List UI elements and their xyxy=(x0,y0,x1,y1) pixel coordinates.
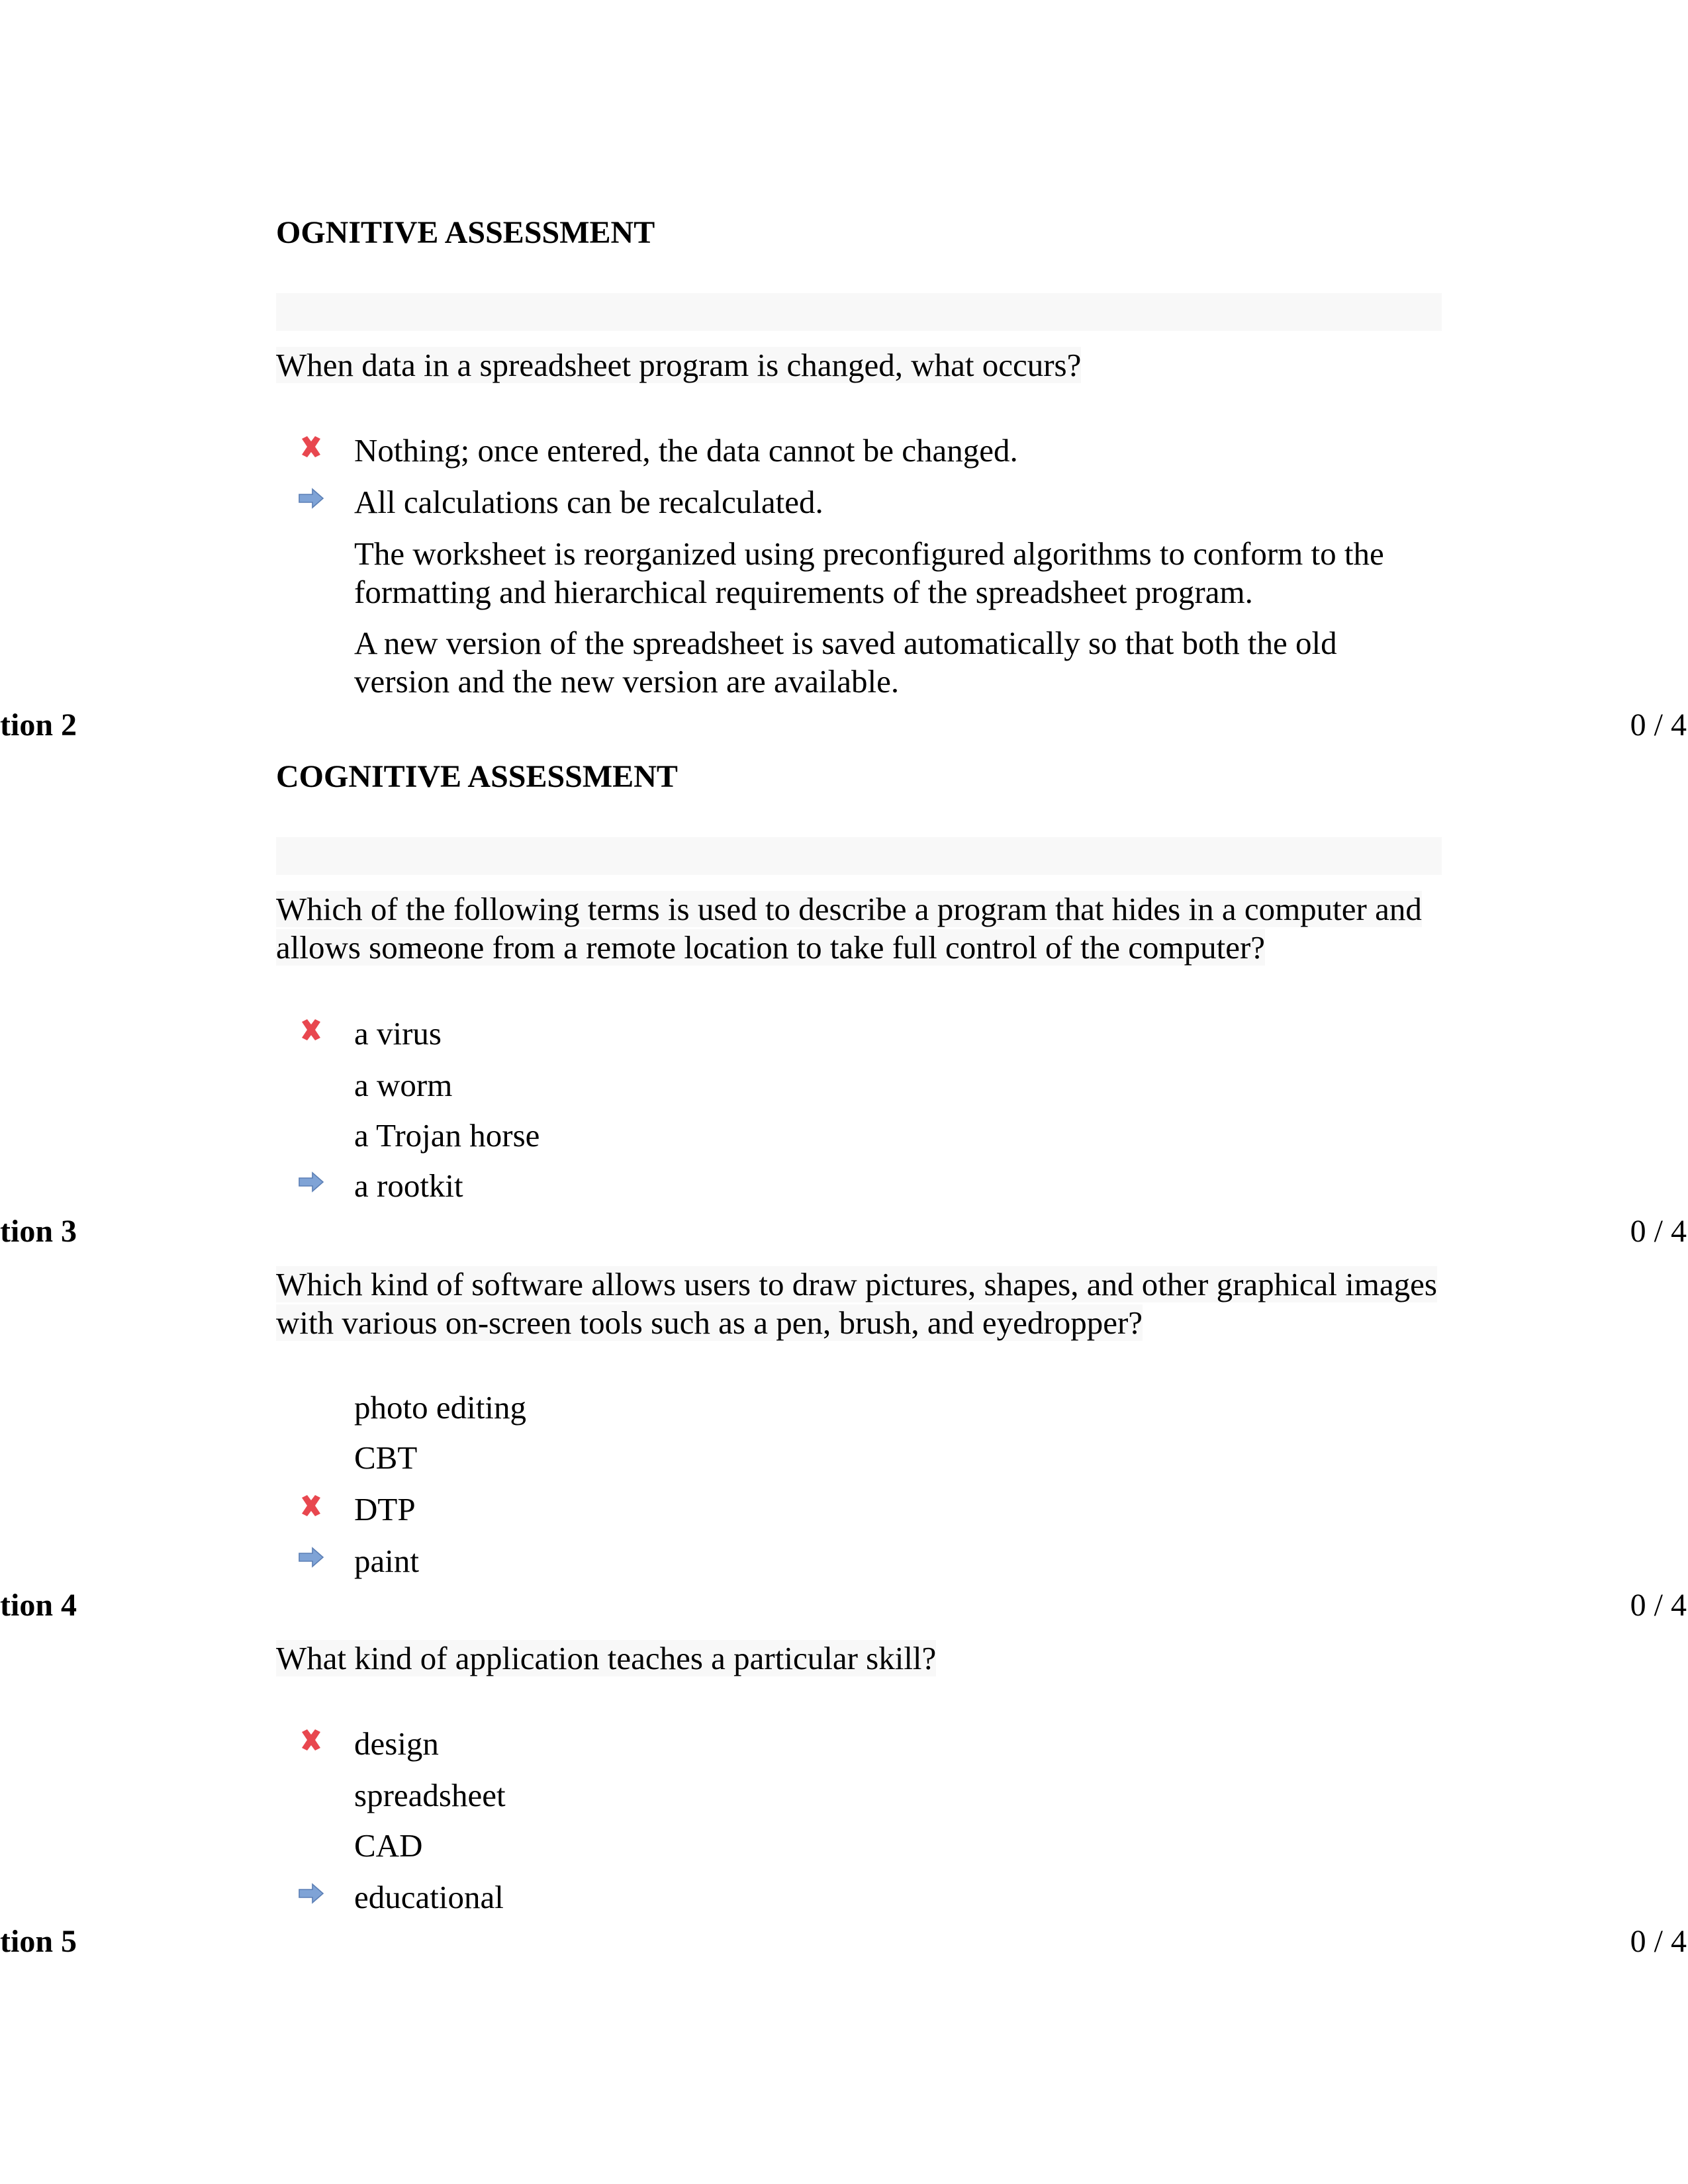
answer-option: DTP xyxy=(354,1491,416,1527)
question-text-content: When data in a spreadsheet program is ch… xyxy=(276,347,1082,383)
correct-answer-arrow-icon xyxy=(299,1171,324,1193)
question-score: 0 / 4 xyxy=(1630,1214,1687,1249)
question-label: tion 3 xyxy=(0,1214,77,1249)
question-text: When data in a spreadsheet program is ch… xyxy=(276,346,1461,385)
answer-option: A new version of the spreadsheet is save… xyxy=(354,625,1337,700)
incorrect-x-icon xyxy=(302,1729,320,1751)
answer-option: CAD xyxy=(354,1827,423,1864)
question-text-content: Which kind of software allows users to d… xyxy=(276,1266,1437,1341)
answer-option: a virus xyxy=(354,1015,442,1052)
question-score: 0 / 4 xyxy=(1630,1924,1687,1959)
answer-option: photo editing xyxy=(354,1389,526,1426)
answer-option: a worm xyxy=(354,1067,453,1103)
answer-option: paint xyxy=(354,1543,419,1579)
incorrect-x-icon xyxy=(302,1495,320,1516)
incorrect-x-icon xyxy=(302,436,320,457)
question-text: What kind of application teaches a parti… xyxy=(276,1639,1461,1678)
incorrect-x-icon xyxy=(302,1019,320,1040)
answer-option: design xyxy=(354,1725,439,1762)
question-score: 0 / 4 xyxy=(1630,1588,1687,1623)
answer-option: spreadsheet xyxy=(354,1777,506,1813)
answer-option: The worksheet is reorganized using preco… xyxy=(354,535,1384,610)
section-heading: COGNITIVE ASSESSMENT xyxy=(276,759,678,794)
answer-option: a Trojan horse xyxy=(354,1117,540,1154)
question-label: tion 4 xyxy=(0,1588,77,1623)
answer-option: educational xyxy=(354,1879,504,1915)
answer-option: a rootkit xyxy=(354,1167,463,1204)
correct-answer-arrow-icon xyxy=(299,1883,324,1904)
correct-answer-arrow-icon xyxy=(299,1547,324,1568)
question-text: Which of the following terms is used to … xyxy=(276,890,1461,967)
question-label: tion 5 xyxy=(0,1924,77,1959)
answer-option: CBT xyxy=(354,1439,418,1476)
section-heading: OGNITIVE ASSESSMENT xyxy=(276,215,655,250)
question-toolbar-bar xyxy=(276,293,1442,331)
question-text-content: Which of the following terms is used to … xyxy=(276,891,1422,966)
question-text-content: What kind of application teaches a parti… xyxy=(276,1640,937,1676)
question-toolbar-bar xyxy=(276,837,1442,875)
answer-option: All calculations can be recalculated. xyxy=(354,484,823,520)
answer-option: Nothing; once entered, the data cannot b… xyxy=(354,432,1018,469)
question-label: tion 2 xyxy=(0,707,77,743)
question-text: Which kind of software allows users to d… xyxy=(276,1265,1461,1342)
correct-answer-arrow-icon xyxy=(299,488,324,509)
question-score: 0 / 4 xyxy=(1630,707,1687,743)
